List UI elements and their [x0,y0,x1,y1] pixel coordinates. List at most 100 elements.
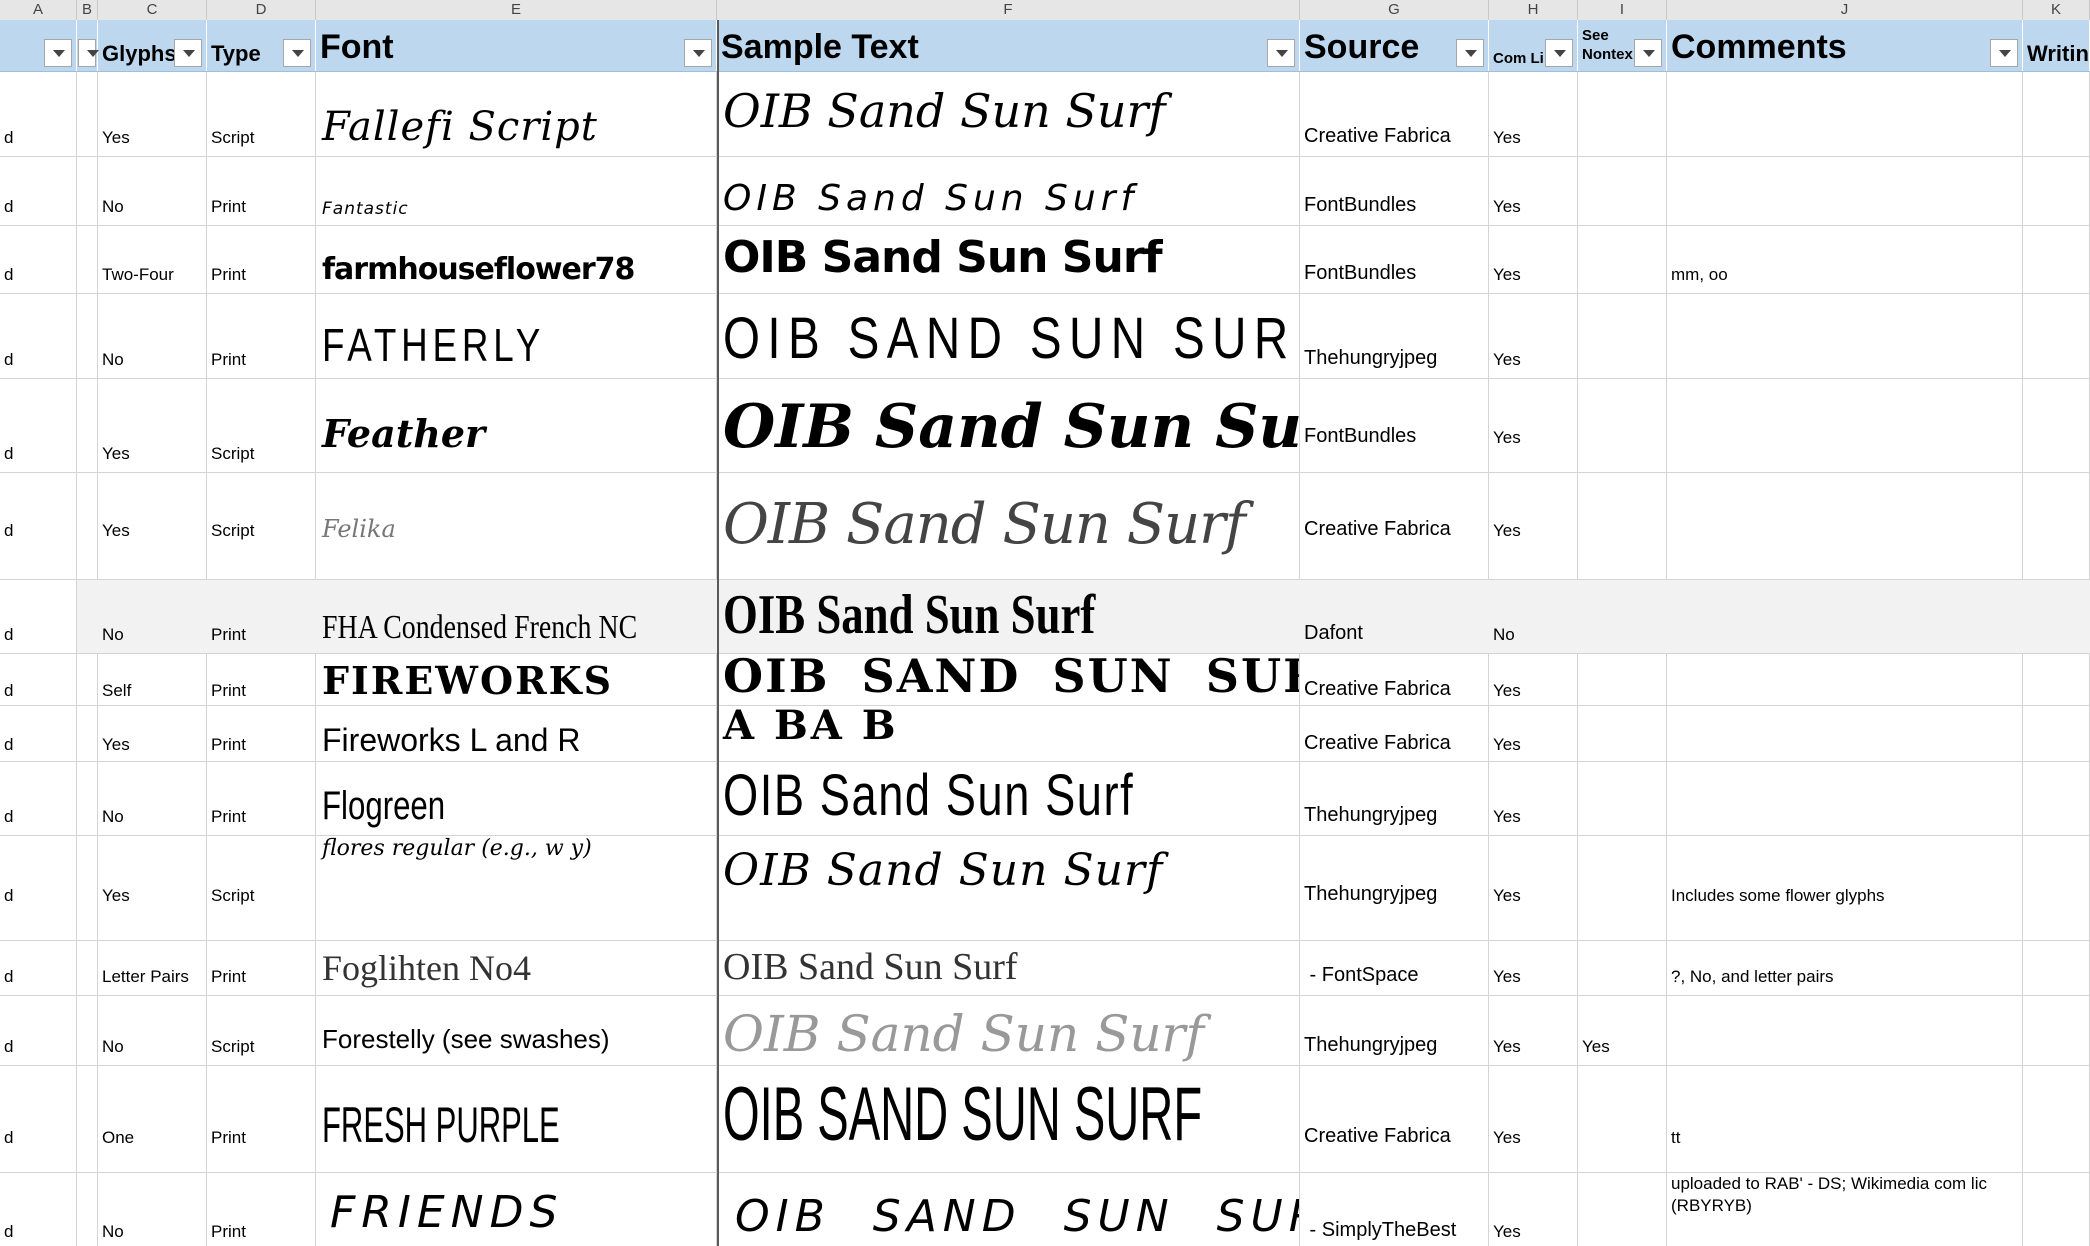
cell-see-nontext[interactable] [1578,157,1667,225]
cell-font[interactable]: FIREWORKS [316,654,717,705]
cell-sample[interactable]: OIB SAND SUN SURF [717,654,1300,705]
cell-see-nontext[interactable] [1578,836,1667,940]
cell-sample[interactable]: OIB SAND SUN SURF [717,1066,1300,1172]
cell-see-nontext[interactable] [1578,941,1667,995]
header-cell-comments[interactable]: Comments [1667,20,2023,71]
column-letter-k[interactable]: K [2023,0,2090,20]
cell-type[interactable]: Script [207,996,316,1065]
cell-b[interactable] [77,226,98,293]
cell-sample[interactable]: OIB Sand Sun Surf [717,157,1300,225]
cell-comments[interactable] [1667,294,2023,378]
header-cell-sample-text[interactable]: Sample Text [717,20,1300,71]
filter-dropdown-button[interactable] [684,39,712,67]
filter-dropdown-button[interactable] [174,39,202,67]
cell-glyphs[interactable]: No [98,580,207,653]
cell-glyphs[interactable]: No [98,294,207,378]
cell-font[interactable]: Feather [316,379,717,472]
cell-comments[interactable] [1667,580,2023,653]
filter-dropdown-button[interactable] [1545,39,1573,67]
header-cell-com-license[interactable]: Com Li [1489,20,1578,71]
cell-source[interactable]: Dafont [1300,580,1489,653]
cell-comments[interactable]: tt [1667,1066,2023,1172]
cell-comments[interactable]: ?, No, and letter pairs [1667,941,2023,995]
cell-source[interactable]: FontBundles [1300,379,1489,472]
cell-see-nontext[interactable] [1578,762,1667,835]
cell-see-nontext[interactable] [1578,654,1667,705]
cell-see-nontext[interactable] [1578,473,1667,579]
cell-see-nontext[interactable]: Yes [1578,996,1667,1065]
column-letter-f[interactable]: F [717,0,1300,20]
cell-type[interactable]: Print [207,1066,316,1172]
cell-a[interactable]: d [0,836,77,940]
cell-font[interactable]: Felika [316,473,717,579]
cell-com-license[interactable]: Yes [1489,941,1578,995]
cell-see-nontext[interactable] [1578,72,1667,156]
cell-glyphs[interactable]: Self [98,654,207,705]
cell-type[interactable]: Print [207,941,316,995]
cell-source[interactable]: Thehungryjpeg [1300,762,1489,835]
header-cell-a[interactable] [0,20,77,71]
cell-source[interactable]: Thehungryjpeg [1300,294,1489,378]
cell-sample[interactable]: OIB Sand Sun Surf [717,580,1300,653]
cell-b[interactable] [77,1066,98,1172]
cell-a[interactable]: d [0,226,77,293]
header-cell-type[interactable]: Type [207,20,316,71]
cell-source[interactable]: Thehungryjpeg [1300,996,1489,1065]
cell-writing[interactable] [2023,654,2090,705]
column-letter-d[interactable]: D [207,0,316,20]
cell-b[interactable] [77,1173,98,1246]
cell-font[interactable]: FRIENDS [316,1173,717,1246]
cell-comments[interactable] [1667,72,2023,156]
cell-type[interactable]: Print [207,294,316,378]
cell-comments[interactable] [1667,654,2023,705]
cell-comments[interactable] [1667,762,2023,835]
cell-writing[interactable] [2023,294,2090,378]
cell-source[interactable]: Creative Fabrica [1300,706,1489,761]
cell-source[interactable]: Creative Fabrica [1300,1066,1489,1172]
cell-sample[interactable]: OIB Sand Sun Surf [717,762,1300,835]
cell-comments[interactable] [1667,157,2023,225]
header-cell-glyphs[interactable]: Glyphs [98,20,207,71]
cell-sample[interactable]: OIB Sand Sun Surf [717,226,1300,293]
cell-writing[interactable] [2023,762,2090,835]
cell-glyphs[interactable]: Letter Pairs [98,941,207,995]
cell-sample[interactable]: OIB Sand Sun Surf [717,836,1300,940]
column-letter-h[interactable]: H [1489,0,1578,20]
column-letter-g[interactable]: G [1300,0,1489,20]
filter-dropdown-button[interactable] [1634,39,1662,67]
cell-a[interactable]: d [0,1066,77,1172]
cell-a[interactable]: d [0,1173,77,1246]
cell-a[interactable]: d [0,473,77,579]
cell-source[interactable]: FontBundles [1300,226,1489,293]
cell-see-nontext[interactable] [1578,379,1667,472]
header-cell-see-nontext[interactable]: See Nontex [1578,20,1667,71]
cell-type[interactable]: Print [207,157,316,225]
cell-type[interactable]: Print [207,654,316,705]
cell-a[interactable]: d [0,941,77,995]
cell-a[interactable]: d [0,996,77,1065]
cell-glyphs[interactable]: Yes [98,379,207,472]
cell-com-license[interactable]: Yes [1489,762,1578,835]
cell-type[interactable]: Script [207,72,316,156]
cell-font[interactable]: FATHERLY [316,294,717,378]
cell-writing[interactable] [2023,473,2090,579]
cell-type[interactable]: Script [207,836,316,940]
cell-com-license[interactable]: Yes [1489,226,1578,293]
cell-a[interactable]: d [0,72,77,156]
cell-type[interactable]: Script [207,473,316,579]
filter-dropdown-button[interactable] [1456,39,1484,67]
cell-b[interactable] [77,580,98,653]
column-letter-e[interactable]: E [316,0,717,20]
cell-font[interactable]: flores regular (e.g., w y) [316,836,717,940]
cell-com-license[interactable]: Yes [1489,654,1578,705]
cell-sample[interactable]: A BA B [717,706,1300,761]
filter-dropdown-button[interactable] [44,39,72,67]
cell-glyphs[interactable]: Yes [98,836,207,940]
cell-sample[interactable]: OIB SAND SUN SURF [717,294,1300,378]
cell-sample[interactable]: OIB SAND SUN SURF [717,1173,1300,1246]
cell-b[interactable] [77,294,98,378]
cell-b[interactable] [77,379,98,472]
cell-type[interactable]: Print [207,226,316,293]
cell-a[interactable]: d [0,706,77,761]
cell-writing[interactable] [2023,1066,2090,1172]
